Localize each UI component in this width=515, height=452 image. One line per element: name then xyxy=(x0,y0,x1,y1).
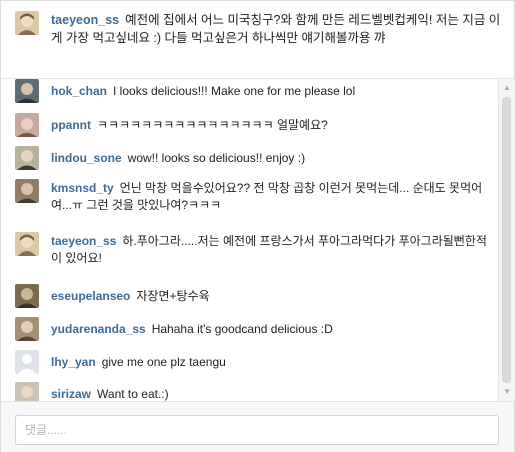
comment-body: ㅋㅋㅋㅋㅋㅋㅋㅋㅋㅋㅋㅋㅋㅋㅋㅋ 얼말예요? xyxy=(97,118,328,132)
comment-text: eseupelanseo 자장면+탕수육 xyxy=(51,288,490,305)
comment-username[interactable]: hok_chan xyxy=(51,84,107,98)
list-item: ppannt ㅋㅋㅋㅋㅋㅋㅋㅋㅋㅋㅋㅋㅋㅋㅋㅋ 얼말예요? xyxy=(1,113,498,137)
comment-text: lhy_yan give me one plz taengu xyxy=(51,354,490,371)
comment-body: 하.푸아그라.....저는 예전에 프랑스가서 푸아그라먹다가 푸아그라될뻔한적… xyxy=(51,234,487,265)
comment-body: Want to eat.:) xyxy=(97,387,169,401)
comment-username[interactable]: lhy_yan xyxy=(51,355,96,369)
scroll-up-icon[interactable]: ▲ xyxy=(499,81,515,95)
comment-body: 언닌 막창 먹을수있어요?? 전 막창 곱창 이런거 못먹는데... 순대도 못… xyxy=(51,181,483,212)
avatar[interactable] xyxy=(15,382,39,401)
list-item: lindou_sone wow!! looks so delicious!! en… xyxy=(1,146,498,170)
comment-body: 자장면+탕수육 xyxy=(136,289,210,303)
scrollbar-thumb[interactable] xyxy=(502,97,511,383)
list-item: kmsnsd_ty 언닌 막창 먹을수있어요?? 전 막창 곱창 이런거 못먹는데… xyxy=(1,179,498,217)
avatar[interactable] xyxy=(15,179,39,203)
comment-list: hok_chan I looks delicious!!! Make one fo… xyxy=(1,79,498,401)
comment-text: sirizaw Want to eat.:) xyxy=(51,386,490,401)
list-item: taeyeon_ss 하.푸아그라.....저는 예전에 프랑스가서 푸아그라먹다… xyxy=(1,232,498,270)
comment-scrollbar[interactable]: ▲ ▼ xyxy=(498,79,515,401)
avatar[interactable] xyxy=(15,317,39,341)
comment-composer xyxy=(1,401,514,452)
avatar[interactable] xyxy=(15,79,39,103)
caption-username[interactable]: taeyeon_ss xyxy=(51,13,119,27)
comments-panel: taeyeon_ss 예전에 집에서 어느 미국칭구?와 함께 만든 레드벨벳컵케… xyxy=(0,0,515,452)
avatar[interactable] xyxy=(15,11,39,35)
scroll-down-icon[interactable]: ▼ xyxy=(499,385,515,399)
comment-body: Hahaha it's goodcand delicious :D xyxy=(151,322,333,336)
comment-text: kmsnsd_ty 언닌 막창 먹을수있어요?? 전 막창 곱창 이런거 못먹는데… xyxy=(51,180,490,214)
avatar[interactable] xyxy=(15,146,39,170)
comment-body: I looks delicious!!! Make one for me ple… xyxy=(113,84,356,98)
comment-text: yudarenanda_ss Hahaha it's goodcand delic… xyxy=(51,321,490,338)
list-item: sirizaw Want to eat.:) xyxy=(1,382,498,401)
list-item: lhy_yan give me one plz taengu xyxy=(1,350,498,374)
comment-input[interactable] xyxy=(15,415,499,445)
list-item: yudarenanda_ss Hahaha it's goodcand delic… xyxy=(1,317,498,341)
comment-username[interactable]: sirizaw xyxy=(51,387,91,401)
comment-text: lindou_sone wow!! looks so delicious!! en… xyxy=(51,150,490,167)
comment-body: wow!! looks so delicious!! enjoy :) xyxy=(127,151,306,165)
list-item: hok_chan I looks delicious!!! Make one fo… xyxy=(1,79,498,103)
comment-text: ppannt ㅋㅋㅋㅋㅋㅋㅋㅋㅋㅋㅋㅋㅋㅋㅋㅋ 얼말예요? xyxy=(51,117,490,134)
comment-body: give me one plz taengu xyxy=(101,355,226,369)
comment-text: hok_chan I looks delicious!!! Make one fo… xyxy=(51,83,490,100)
comment-text: taeyeon_ss 하.푸아그라.....저는 예전에 프랑스가서 푸아그라먹다… xyxy=(51,233,490,267)
comment-username[interactable]: kmsnsd_ty xyxy=(51,181,114,195)
avatar[interactable] xyxy=(15,284,39,308)
comment-username[interactable]: yudarenanda_ss xyxy=(51,322,146,336)
list-item: eseupelanseo 자장면+탕수육 xyxy=(1,284,498,308)
comment-username[interactable]: ppannt xyxy=(51,118,91,132)
avatar[interactable] xyxy=(15,113,39,137)
caption-text: taeyeon_ss 예전에 집에서 어느 미국칭구?와 함께 만든 레드벨벳컵케… xyxy=(51,11,506,47)
comment-username[interactable]: eseupelanseo xyxy=(51,289,130,303)
comment-username[interactable]: taeyeon_ss xyxy=(51,234,116,248)
avatar[interactable] xyxy=(15,232,39,256)
comment-username[interactable]: lindou_sone xyxy=(51,151,122,165)
post-caption: taeyeon_ss 예전에 집에서 어느 미국칭구?와 함께 만든 레드벨벳컵케… xyxy=(1,1,514,79)
default-avatar-icon[interactable] xyxy=(15,350,39,374)
